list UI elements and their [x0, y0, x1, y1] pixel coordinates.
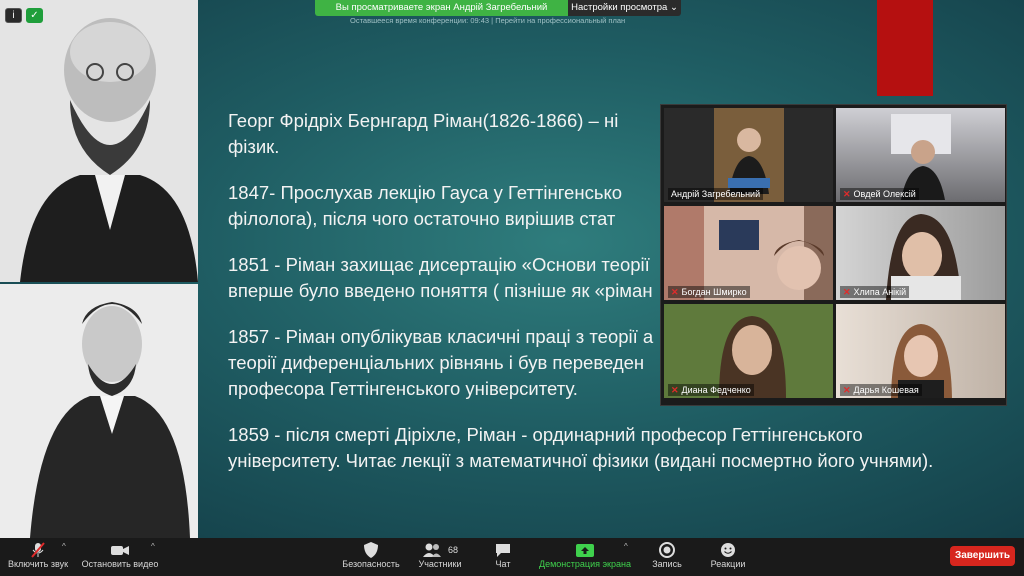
end-meeting-button[interactable]: Завершить: [950, 546, 1015, 566]
emoji-reaction-icon: [708, 541, 748, 559]
view-settings-label: Настройки просмотра: [571, 2, 668, 13]
shared-screen: Георг Фрідріх Бернгард Ріман(1826-1866) …: [0, 0, 1024, 538]
slide-line: університету. Читає лекції з математично…: [228, 450, 934, 471]
participant-tile[interactable]: ✕ Овдей Олексій: [836, 108, 1005, 202]
video-feed: [728, 128, 770, 194]
portrait-drawing: [0, 284, 198, 538]
unmute-label: Включить звук: [7, 559, 69, 569]
reactions-button[interactable]: Реакции: [708, 541, 748, 569]
participant-name: ✕ Хлипа Анікій: [840, 286, 910, 298]
record-icon: [648, 541, 686, 559]
security-label: Безопасность: [342, 559, 400, 569]
share-screen-button[interactable]: Демонстрация экрана: [536, 541, 634, 569]
participant-name: ✕ Диана Федченко: [668, 384, 754, 396]
record-button[interactable]: Запись: [648, 541, 686, 569]
shield-icon: [340, 541, 402, 559]
audio-options-caret-icon[interactable]: ^: [62, 542, 66, 551]
reactions-label: Реакции: [710, 559, 746, 569]
mic-muted-icon: ✕: [671, 385, 679, 395]
participants-count: 68: [447, 545, 458, 555]
unmute-button[interactable]: Включить звук: [6, 541, 70, 569]
meeting-toolbar: Включить звук ^ Остановить видео ^ Безоп…: [0, 538, 1024, 576]
participant-tile[interactable]: ✕ Дарья Кошевая: [836, 304, 1005, 398]
slide-red-accent: [877, 0, 933, 96]
shield-check-icon[interactable]: ✓: [26, 8, 43, 23]
meeting-time-notice: Оставшееся время конференции: 09:43 | Пе…: [350, 16, 626, 25]
portrait-riemann-top: [0, 0, 198, 282]
participants-button[interactable]: 68 Участники: [414, 541, 466, 569]
portrait-image: [0, 0, 198, 282]
chat-label: Чат: [495, 559, 511, 569]
participants-label: Участники: [418, 559, 462, 569]
stop-video-label: Остановить видео: [81, 559, 159, 569]
record-label: Запись: [652, 559, 682, 569]
participant-tile[interactable]: ✕ Хлипа Анікій: [836, 206, 1005, 300]
microphone-muted-icon: [6, 541, 70, 559]
mic-muted-icon: ✕: [671, 287, 679, 297]
participant-name: Андрій Загребельний: [668, 188, 764, 200]
share-screen-icon: [536, 541, 634, 559]
chat-bubble-icon: [488, 541, 518, 559]
view-settings-button[interactable]: Настройки просмотра ⌄: [568, 0, 681, 16]
viewing-screen-banner: Вы просматриваете экран Андрій Загребель…: [315, 0, 568, 16]
participant-name: ✕ Дарья Кошевая: [840, 384, 922, 396]
security-button[interactable]: Безопасность: [340, 541, 402, 569]
info-icon[interactable]: i: [5, 8, 22, 23]
meeting-info-icons: i ✓: [5, 8, 43, 23]
mic-muted-icon: ✕: [843, 385, 851, 395]
participant-tile[interactable]: ✕ Диана Федченко: [664, 304, 833, 398]
slide-line: 1859 - після смерті Діріхле, Ріман - орд…: [228, 424, 863, 445]
participant-gallery: Андрій Загребельний ✕ Овдей Олексій ✕ Богд…: [660, 104, 1007, 406]
chat-button[interactable]: Чат: [488, 541, 518, 569]
stop-video-button[interactable]: Остановить видео: [80, 541, 160, 569]
participant-name: ✕ Овдей Олексій: [840, 188, 919, 200]
participant-name: ✕ Богдан Шмирко: [668, 286, 750, 298]
portrait-riemann-bottom: [0, 284, 198, 538]
video-options-caret-icon[interactable]: ^: [151, 542, 155, 551]
mic-muted-icon: ✕: [843, 287, 851, 297]
chevron-down-icon: ⌄: [669, 2, 678, 13]
mic-muted-icon: ✕: [843, 189, 851, 199]
participant-tile[interactable]: Андрій Загребельний: [664, 108, 833, 202]
share-options-caret-icon[interactable]: ^: [624, 542, 628, 551]
participants-icon: 68: [414, 541, 466, 559]
video-camera-icon: [80, 541, 160, 559]
share-screen-label: Демонстрация экрана: [539, 559, 631, 569]
participant-tile[interactable]: ✕ Богдан Шмирко: [664, 206, 833, 300]
